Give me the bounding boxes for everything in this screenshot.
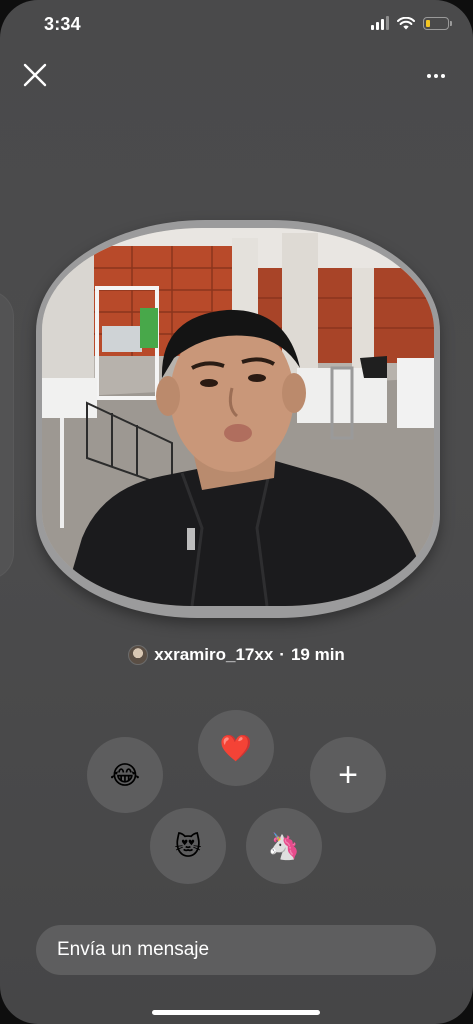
laughing-emoji-icon: 😂 (109, 760, 141, 790)
heart-reaction-button[interactable]: ❤️ (198, 710, 274, 786)
story-author-row[interactable]: xxramiro_17xx · 19 min (0, 645, 473, 665)
previous-story-card[interactable] (0, 290, 14, 580)
close-button[interactable] (20, 60, 50, 90)
close-icon (23, 63, 47, 87)
phone-screen: 3:34 xxramiro_17xx · 19 min 😂 ❤️ + 😻 🦄 E… (0, 0, 473, 1024)
heart-eyes-cat-emoji-icon: 😻 (174, 831, 202, 861)
more-options-button[interactable] (421, 64, 451, 88)
more-horizontal-icon (427, 74, 445, 78)
add-reaction-button[interactable]: + (310, 737, 386, 813)
unicorn-emoji-icon: 🦄 (267, 831, 301, 861)
message-input-placeholder: Envía un mensaje (57, 939, 210, 960)
separator-dot: · (279, 645, 285, 664)
author-avatar (128, 645, 149, 665)
laughing-reaction-button[interactable]: 😂 (87, 737, 163, 813)
author-username: xxramiro_17xx (154, 645, 274, 664)
message-input[interactable]: Envía un mensaje (36, 925, 436, 975)
story-photo (42, 228, 434, 606)
wifi-icon (397, 16, 415, 30)
unicorn-reaction-button[interactable]: 🦄 (246, 808, 322, 884)
status-icons (371, 16, 452, 30)
story-photo-container[interactable] (36, 220, 440, 618)
battery-level (426, 19, 430, 27)
story-time-ago: 19 min (290, 645, 345, 664)
battery-icon (423, 16, 452, 30)
heart-emoji-icon: ❤️ (219, 733, 253, 763)
plus-icon: + (338, 756, 358, 794)
heart-eyes-cat-reaction-button[interactable]: 😻 (150, 808, 226, 884)
cellular-signal-icon (371, 16, 389, 30)
home-indicator[interactable] (152, 1010, 320, 1015)
status-time: 3:34 (44, 14, 81, 34)
